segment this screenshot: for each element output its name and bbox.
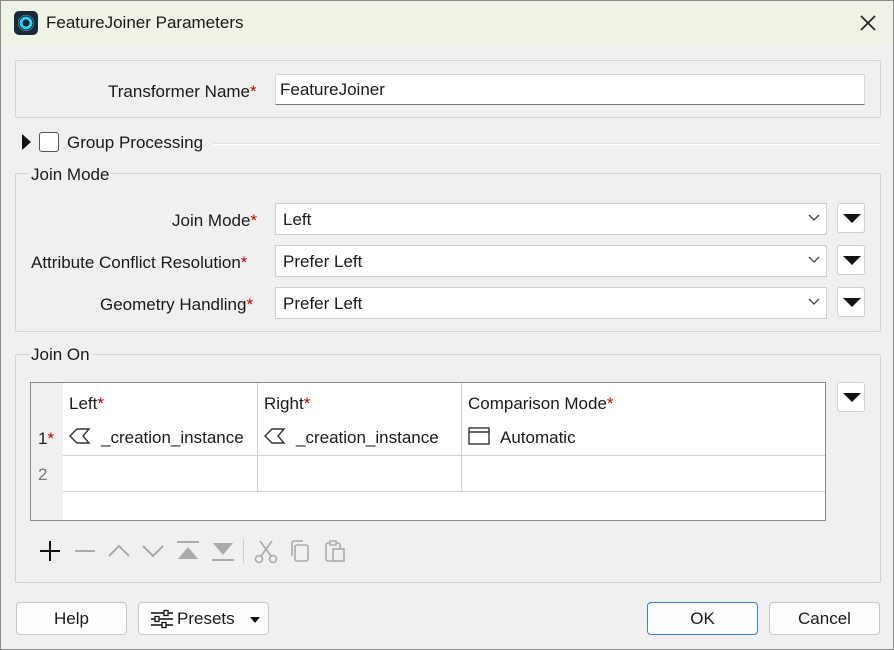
required-mark: * xyxy=(246,295,254,314)
chevron-down-icon xyxy=(808,298,820,305)
geometry-handling-label-text: Geometry Handling xyxy=(100,295,247,314)
remove-icon[interactable] xyxy=(72,538,98,564)
attribute-conflict-select[interactable]: Prefer Left xyxy=(275,245,827,277)
move-bottom-icon[interactable] xyxy=(210,538,236,564)
join-on-group-title: Join On xyxy=(29,345,92,365)
transformer-name-label-text: Transformer Name xyxy=(108,82,251,101)
table-empty-area xyxy=(63,492,825,520)
caret-down-icon xyxy=(250,617,260,623)
required-mark: * xyxy=(250,211,258,230)
transformer-name-value: FeatureJoiner xyxy=(280,80,385,99)
move-top-icon[interactable] xyxy=(175,538,201,564)
chevron-down-icon xyxy=(808,214,820,221)
fme-app-icon xyxy=(14,11,38,35)
join-mode-select[interactable]: Left xyxy=(275,203,827,235)
title-bar: FeatureJoiner Parameters xyxy=(1,1,893,45)
right-attribute-value[interactable]: _creation_instance xyxy=(296,428,439,448)
required-mark: * xyxy=(250,82,257,101)
presets-label: Presets xyxy=(177,609,235,628)
column-header-comparison-text: Comparison Mode xyxy=(468,394,607,413)
attribute-conflict-value: Prefer Left xyxy=(283,252,363,271)
geometry-handling-value: Prefer Left xyxy=(283,294,363,313)
transformer-name-input[interactable]: FeatureJoiner xyxy=(275,74,865,105)
comparison-mode-value[interactable]: Automatic xyxy=(500,428,576,448)
geometry-handling-menu-button[interactable] xyxy=(837,287,865,317)
sliders-icon xyxy=(151,609,173,629)
required-mark: * xyxy=(97,394,104,413)
close-icon xyxy=(860,15,876,31)
geometry-handling-label: Geometry Handling* xyxy=(100,295,253,315)
attribute-icon xyxy=(69,428,91,444)
chevron-down-icon xyxy=(808,256,820,263)
table-cell[interactable] xyxy=(462,456,825,492)
transformer-name-label: Transformer Name* xyxy=(108,82,257,102)
join-mode-label-text: Join Mode xyxy=(172,211,251,230)
dialog-window: FeatureJoiner Parameters Transformer Nam… xyxy=(0,0,894,650)
column-header-right: Right* xyxy=(264,394,310,414)
window-title: FeatureJoiner Parameters xyxy=(46,13,244,32)
toolbar-separator xyxy=(243,539,244,563)
column-header-right-text: Right xyxy=(264,394,304,413)
table-cell[interactable] xyxy=(63,456,258,492)
join-on-table: Left* Right* Comparison Mode* 1* _creati… xyxy=(30,382,826,521)
move-up-icon[interactable] xyxy=(106,538,132,564)
table-cell[interactable] xyxy=(258,456,462,492)
attribute-conflict-label-text: Attribute Conflict Resolution xyxy=(31,253,241,272)
required-mark: * xyxy=(606,394,614,413)
column-header-left: Left* xyxy=(69,394,104,414)
required-mark: * xyxy=(303,394,311,413)
join-on-menu-button[interactable] xyxy=(837,382,865,412)
presets-button[interactable]: Presets xyxy=(138,602,269,635)
join-mode-menu-button[interactable] xyxy=(837,203,865,233)
row-number: 1* xyxy=(38,429,54,449)
cancel-button[interactable]: Cancel xyxy=(769,602,880,635)
column-header-comparison: Comparison Mode* xyxy=(468,394,614,414)
required-mark: * xyxy=(240,253,248,272)
required-mark: * xyxy=(47,429,55,448)
left-attribute-value[interactable]: _creation_instance xyxy=(101,428,244,448)
cut-icon[interactable] xyxy=(253,538,279,564)
column-header-left-text: Left xyxy=(69,394,98,413)
attribute-conflict-menu-button[interactable] xyxy=(837,245,865,275)
close-button[interactable] xyxy=(853,9,883,37)
attribute-conflict-label: Attribute Conflict Resolution* xyxy=(31,253,247,273)
move-down-icon[interactable] xyxy=(140,538,166,564)
geometry-handling-select[interactable]: Prefer Left xyxy=(275,287,827,319)
group-processing-checkbox[interactable] xyxy=(39,132,59,152)
add-icon[interactable] xyxy=(37,538,63,564)
join-mode-value: Left xyxy=(283,210,312,229)
join-mode-group-title: Join Mode xyxy=(29,165,112,185)
copy-icon[interactable] xyxy=(287,538,313,564)
join-mode-label: Join Mode* xyxy=(172,211,257,231)
help-button[interactable]: Help xyxy=(16,602,127,635)
ok-button[interactable]: OK xyxy=(647,602,758,635)
group-processing-label: Group Processing xyxy=(67,133,204,152)
paste-icon[interactable] xyxy=(322,538,348,564)
section-divider xyxy=(213,143,881,145)
window-choice-icon xyxy=(468,427,490,445)
expand-triangle-icon[interactable] xyxy=(22,134,31,150)
attribute-icon xyxy=(264,428,286,444)
row-number: 2 xyxy=(38,465,48,484)
